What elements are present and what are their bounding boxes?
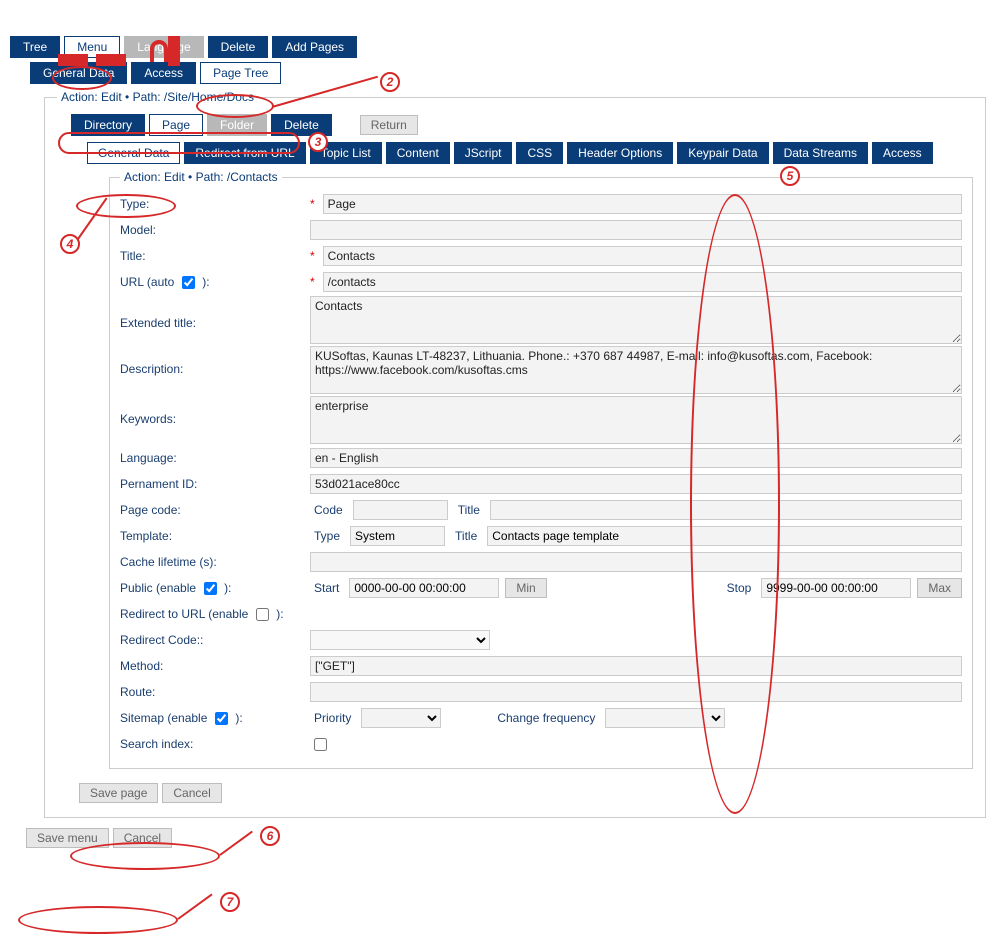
min-button[interactable]: Min	[505, 578, 546, 598]
input-keywords[interactable]	[310, 396, 962, 444]
checkbox-redirect-enable[interactable]	[256, 608, 269, 621]
input-model[interactable]	[310, 220, 962, 240]
subtab-access[interactable]: Access	[131, 62, 196, 84]
label-url: URL (auto ):	[120, 273, 310, 292]
label-language: Language:	[120, 451, 310, 465]
logo-fragment	[150, 40, 168, 62]
label-model: Model:	[120, 223, 310, 237]
input-route[interactable]	[310, 682, 962, 702]
input-public-start[interactable]	[349, 578, 499, 598]
input-template-title[interactable]	[487, 526, 962, 546]
input-public-stop[interactable]	[761, 578, 911, 598]
annotation-arrow	[177, 894, 212, 920]
innertab-css[interactable]: CSS	[516, 142, 563, 164]
innertab-header-options[interactable]: Header Options	[567, 142, 673, 164]
outer-legend: Action: Edit • Path: /Site/Home/Docs	[57, 90, 258, 104]
label-title: Title:	[120, 249, 310, 263]
innertab-redirect[interactable]: Redirect from URL	[184, 142, 305, 164]
tab-add-pages[interactable]: Add Pages	[272, 36, 357, 58]
label-public: Public (enable ):	[120, 579, 310, 598]
logo-fragment	[58, 54, 88, 66]
label-type-sub: Type	[314, 529, 340, 543]
tab-inner-delete[interactable]: Delete	[271, 114, 332, 136]
return-button[interactable]: Return	[360, 115, 418, 135]
checkbox-public-enable[interactable]	[204, 582, 217, 595]
label-redirect-code: Redirect Code::	[120, 633, 310, 647]
tab-tree[interactable]: Tree	[10, 36, 60, 58]
subtab-page-tree[interactable]: Page Tree	[200, 62, 281, 84]
innertab-access[interactable]: Access	[872, 142, 933, 164]
label-route: Route:	[120, 685, 310, 699]
innertab-keypair[interactable]: Keypair Data	[677, 142, 768, 164]
label-stop: Stop	[727, 581, 752, 595]
inner-fieldset: Action: Edit • Path: /Contacts Type: * M…	[109, 170, 973, 769]
label-cache-lifetime: Cache lifetime (s):	[120, 555, 310, 569]
input-template-type[interactable]	[350, 526, 445, 546]
label-title-sub2: Title	[455, 529, 477, 543]
tab-page[interactable]: Page	[149, 114, 203, 136]
label-code-sub: Code	[314, 503, 343, 517]
label-priority: Priority	[314, 711, 351, 725]
input-page-code-title[interactable]	[490, 500, 962, 520]
cancel-menu-button[interactable]: Cancel	[113, 828, 172, 848]
label-change-freq: Change frequency	[497, 711, 595, 725]
label-start: Start	[314, 581, 339, 595]
label-type: Type:	[120, 197, 310, 211]
label-method: Method:	[120, 659, 310, 673]
input-description[interactable]	[310, 346, 962, 394]
input-extended-title[interactable]	[310, 296, 962, 344]
input-method[interactable]	[310, 656, 962, 676]
outer-fieldset: Action: Edit • Path: /Site/Home/Docs Dir…	[44, 90, 986, 818]
logo-fragment	[96, 54, 126, 66]
label-page-code: Page code:	[120, 503, 310, 517]
input-language[interactable]	[310, 448, 962, 468]
cancel-page-button[interactable]: Cancel	[162, 783, 221, 803]
input-url[interactable]	[323, 272, 962, 292]
label-search-index: Search index:	[120, 737, 310, 751]
label-extended-title: Extended title:	[120, 296, 310, 330]
label-title-sub1: Title	[458, 503, 480, 517]
select-change-freq[interactable]	[605, 708, 725, 728]
tab-delete[interactable]: Delete	[208, 36, 269, 58]
innertab-jscript[interactable]: JScript	[454, 142, 513, 164]
label-keywords: Keywords:	[120, 396, 310, 426]
label-perm-id: Pernament ID:	[120, 477, 310, 491]
label-sitemap: Sitemap (enable ):	[120, 709, 310, 728]
max-button[interactable]: Max	[917, 578, 962, 598]
select-redirect-code[interactable]	[310, 630, 490, 650]
checkbox-sitemap-enable[interactable]	[215, 712, 228, 725]
label-redirect-url: Redirect to URL (enable ):	[120, 605, 310, 624]
callout-7: 7	[220, 892, 240, 912]
label-description: Description:	[120, 346, 310, 376]
annotation-circle	[18, 906, 178, 934]
inner-legend: Action: Edit • Path: /Contacts	[120, 170, 282, 184]
innertab-content[interactable]: Content	[386, 142, 450, 164]
input-perm-id[interactable]	[310, 474, 962, 494]
save-page-button[interactable]: Save page	[79, 783, 158, 803]
checkbox-search-index[interactable]	[314, 738, 327, 751]
label-template: Template:	[120, 529, 310, 543]
input-cache-lifetime[interactable]	[310, 552, 962, 572]
save-menu-button[interactable]: Save menu	[26, 828, 109, 848]
innertab-data-streams[interactable]: Data Streams	[773, 142, 868, 164]
select-priority[interactable]	[361, 708, 441, 728]
input-page-code[interactable]	[353, 500, 448, 520]
innertab-topic-list[interactable]: Topic List	[310, 142, 382, 164]
tab-folder[interactable]: Folder	[207, 114, 267, 136]
input-type[interactable]	[323, 194, 962, 214]
checkbox-url-auto[interactable]	[182, 276, 195, 289]
innertab-general-data[interactable]: General Data	[87, 142, 180, 164]
tab-directory[interactable]: Directory	[71, 114, 145, 136]
input-title[interactable]	[323, 246, 962, 266]
logo-fragment	[168, 36, 180, 66]
